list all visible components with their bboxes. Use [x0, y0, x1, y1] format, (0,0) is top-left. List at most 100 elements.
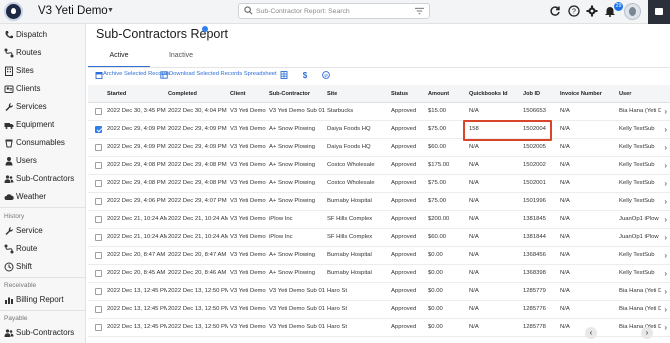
row-chevron-right-icon[interactable]: › — [664, 107, 667, 116]
cloud-icon — [4, 194, 14, 200]
row-checkbox[interactable] — [95, 126, 102, 133]
search-input[interactable] — [256, 5, 406, 17]
table-row[interactable]: 2022 Dec 29, 4:09 PM 2022 Dec 29, 4:09 PM… — [88, 121, 670, 139]
table-row[interactable]: 2022 Dec 30, 3:45 PM 2022 Dec 30, 4:04 PM… — [88, 103, 670, 121]
search-bar[interactable] — [238, 3, 430, 19]
sidebar-item-services[interactable]: Services — [0, 98, 85, 116]
cell-client: V3 Yeti Demo — [230, 180, 266, 187]
avatar[interactable] — [624, 3, 641, 20]
column-header[interactable]: Site — [327, 85, 389, 102]
tab-active[interactable]: Active — [88, 50, 150, 68]
cell-status: Approved — [391, 234, 417, 241]
table-row[interactable]: 2022 Dec 29, 4:06 PM 2022 Dec 29, 4:07 PM… — [88, 193, 670, 211]
download-icon[interactable] — [160, 71, 168, 79]
row-chevron-right-icon[interactable]: › — [664, 161, 667, 170]
sidebar-item-service-history[interactable]: Service — [0, 222, 85, 240]
table-row[interactable]: 2022 Dec 21, 10:24 AM 2022 Dec 21, 10:24 … — [88, 229, 670, 247]
table-row[interactable]: 2022 Dec 13, 12:45 PM 2022 Dec 13, 12:50 … — [88, 283, 670, 301]
subcontractor-icon — [4, 175, 14, 183]
scroll-left-button[interactable]: ‹ — [585, 327, 597, 339]
sidebar-item-weather[interactable]: Weather — [0, 188, 85, 206]
table-row[interactable]: 2022 Dec 13, 12:45 PM 2022 Dec 13, 12:50 … — [88, 301, 670, 319]
cell-client: V3 Yeti Demo — [230, 306, 266, 313]
dollar-icon[interactable]: $ — [301, 71, 309, 79]
sidebar-item-clients[interactable]: Clients — [0, 80, 85, 98]
row-checkbox[interactable] — [95, 252, 102, 259]
download-spreadsheet-button[interactable]: Download Selected Records Spreadsheet — [169, 71, 277, 81]
cell-site: SF Hills Complex — [327, 216, 373, 223]
sidebar-item-label: Sub-Contractors — [16, 174, 75, 183]
tab-inactive[interactable]: Inactive — [150, 50, 212, 68]
sidebar-item-users[interactable]: Users — [0, 152, 85, 170]
row-checkbox[interactable] — [95, 270, 102, 277]
sidebar-item-sites[interactable]: Sites — [0, 62, 85, 80]
sidebar-item-shift-history[interactable]: Shift — [0, 258, 85, 276]
row-checkbox[interactable] — [95, 108, 102, 115]
svg-text:$: $ — [303, 71, 308, 79]
row-chevron-right-icon[interactable]: › — [664, 269, 667, 278]
row-chevron-right-icon[interactable]: › — [664, 287, 667, 296]
table-row[interactable]: 2022 Dec 29, 4:09 PM 2022 Dec 29, 4:09 PM… — [88, 139, 670, 157]
row-chevron-right-icon[interactable]: › — [664, 197, 667, 206]
sidebar-item-routes[interactable]: Routes — [0, 44, 85, 62]
table-row[interactable]: 2022 Dec 29, 4:08 PM 2022 Dec 29, 4:08 PM… — [88, 175, 670, 193]
refresh-icon[interactable] — [549, 5, 561, 17]
sidebar-item-equipment[interactable]: Equipment — [0, 116, 85, 134]
archive-icon[interactable] — [95, 71, 103, 79]
row-checkbox[interactable] — [95, 180, 102, 187]
row-checkbox[interactable] — [95, 216, 102, 223]
filter-icon[interactable] — [415, 7, 424, 15]
row-checkbox[interactable] — [95, 234, 102, 241]
row-chevron-right-icon[interactable]: › — [664, 323, 667, 332]
row-chevron-right-icon[interactable]: › — [664, 233, 667, 242]
app-title[interactable]: V3 Yeti Demo — [38, 5, 108, 17]
row-checkbox[interactable] — [95, 144, 102, 151]
column-header[interactable]: Completed — [168, 85, 228, 102]
table-row[interactable]: 2022 Dec 20, 8:45 AM 2022 Dec 20, 8:46 AM… — [88, 265, 670, 283]
sidebar-item-route-history[interactable]: Route — [0, 240, 85, 258]
column-header[interactable]: Quickbooks Id — [469, 85, 519, 102]
column-header[interactable]: Amount — [428, 85, 462, 102]
row-checkbox[interactable] — [95, 324, 102, 331]
info-icon[interactable] — [202, 26, 208, 32]
sidebar-item-sub-contractors[interactable]: Sub-Contractors — [0, 170, 85, 188]
table-row[interactable]: 2022 Dec 29, 4:08 PM 2022 Dec 29, 4:08 PM… — [88, 157, 670, 175]
sidebar-item-consumables[interactable]: Consumables — [0, 134, 85, 152]
cell-site: Burnaby Hospital — [327, 252, 372, 259]
help-icon[interactable]: ? — [568, 5, 580, 17]
column-header[interactable]: Status — [391, 85, 427, 102]
app-logo[interactable] — [4, 2, 23, 21]
row-checkbox[interactable] — [95, 198, 102, 205]
sidebar-item-dispatch[interactable]: Dispatch — [0, 26, 85, 44]
column-header[interactable]: Client — [230, 85, 266, 102]
sidebar-item-billing-report[interactable]: Billing Report — [0, 291, 85, 309]
row-chevron-right-icon[interactable]: › — [664, 215, 667, 224]
column-header[interactable]: Sub-Contractor — [269, 85, 325, 102]
table-row[interactable]: 2022 Dec 13, 12:45 PM 2022 Dec 13, 12:50 … — [88, 319, 670, 337]
quickbooks-icon[interactable]: qb — [322, 71, 330, 79]
row-chevron-right-icon[interactable]: › — [664, 179, 667, 188]
spreadsheet-icon[interactable] — [280, 71, 288, 79]
row-checkbox[interactable] — [95, 306, 102, 313]
gear-icon[interactable] — [586, 5, 598, 17]
row-checkbox[interactable] — [95, 288, 102, 295]
row-chevron-right-icon[interactable]: › — [664, 305, 667, 314]
row-chevron-right-icon[interactable]: › — [664, 251, 667, 260]
column-header[interactable]: User — [619, 85, 659, 102]
column-header[interactable]: Invoice Number — [560, 85, 616, 102]
cell-client: V3 Yeti Demo — [230, 234, 266, 241]
row-checkbox[interactable] — [95, 162, 102, 169]
feedback-icon[interactable] — [648, 0, 670, 24]
chevron-down-icon[interactable]: ▼ — [107, 7, 114, 14]
sidebar-item-payable-sub-contractors[interactable]: Sub-Contractors — [0, 324, 85, 342]
cell-quickbooks-id: N/A — [469, 234, 479, 241]
column-header[interactable]: Job ID — [523, 85, 557, 102]
cell-completed: 2022 Dec 29, 4:07 PM — [168, 198, 227, 205]
table-row[interactable]: 2022 Dec 21, 10:24 AM 2022 Dec 21, 10:24 … — [88, 211, 670, 229]
table-row[interactable]: 2022 Dec 20, 8:47 AM 2022 Dec 20, 8:47 AM… — [88, 247, 670, 265]
column-header[interactable]: Started — [107, 85, 167, 102]
row-chevron-right-icon[interactable]: › — [664, 143, 667, 152]
scroll-right-button[interactable]: › — [641, 327, 653, 339]
cell-status: Approved — [391, 180, 417, 187]
row-chevron-right-icon[interactable]: › — [664, 125, 667, 134]
